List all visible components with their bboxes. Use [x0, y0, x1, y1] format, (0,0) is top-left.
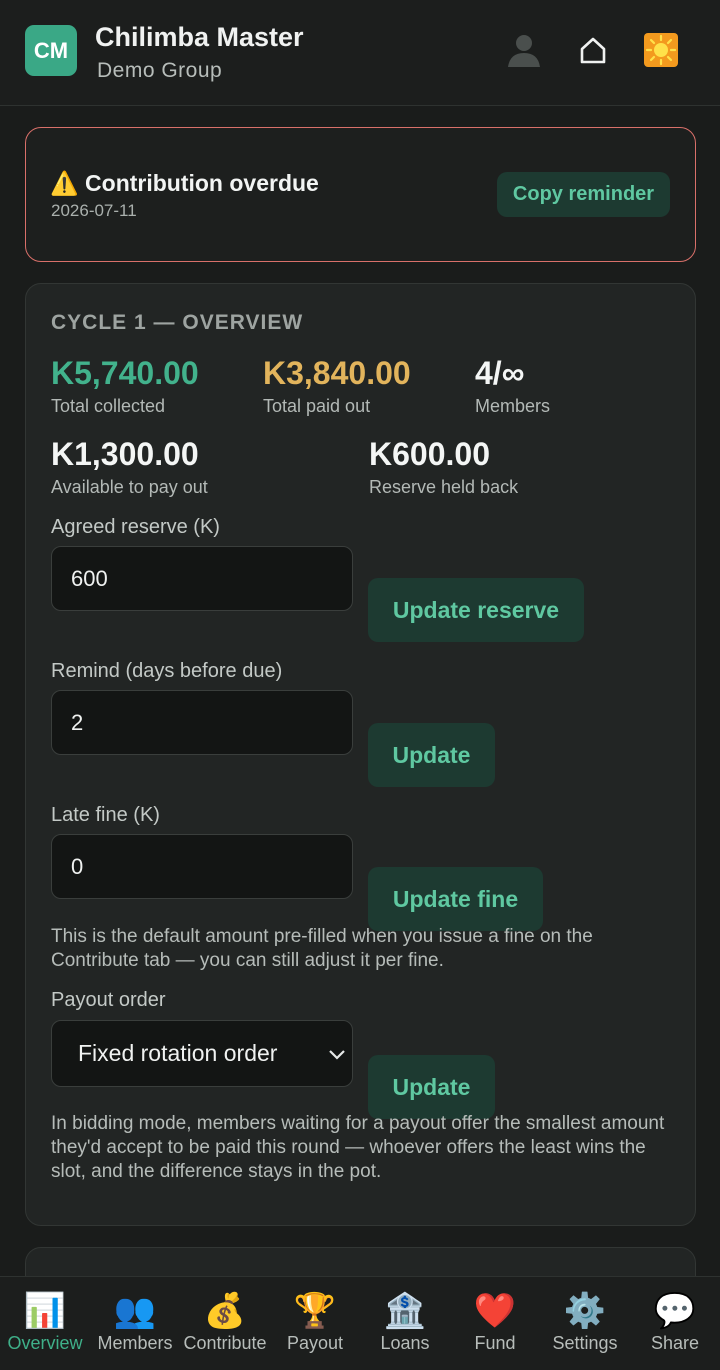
payout-order-label: Payout order [51, 989, 166, 1011]
members-icon: 👥 [113, 1292, 157, 1330]
warning-icon: ⚠️ [50, 170, 79, 196]
late-fine-help-text: This is the default amount pre-filled wh… [51, 926, 593, 971]
total-collected-value: K5,740.00 [51, 355, 199, 391]
late-fine-field-label: Late fine (K) [51, 804, 160, 826]
nav-contribute[interactable]: 💰 Contribute [180, 1277, 270, 1370]
bottom-nav: 📊 Overview 👥 Members 💰 Contribute 🏆 Payo… [0, 1276, 720, 1370]
update-fine-button[interactable]: Update fine [368, 867, 543, 931]
reserve-value: K600.00 [369, 436, 490, 472]
nav-label: Fund [474, 1333, 516, 1353]
chevron-down-icon [328, 1045, 346, 1066]
available-label: Available to pay out [51, 477, 208, 497]
app-page: CM Chilimba Master Demo Group ⚠️ Contrib… [0, 0, 720, 1370]
app-logo: CM [25, 25, 77, 76]
nav-label: Members [97, 1333, 173, 1353]
bank-icon: 🏦 [383, 1292, 427, 1330]
payout-order-help-text: In bidding mode, members waiting for a p… [51, 1113, 665, 1182]
trophy-icon: 🏆 [293, 1292, 337, 1330]
nav-label: Loans [380, 1333, 430, 1353]
members-count-value: 4/∞ [475, 355, 525, 391]
reserve-field-label: Agreed reserve (K) [51, 516, 220, 538]
alert-date: 2026-07-11 [51, 201, 137, 220]
nav-label: Contribute [183, 1333, 267, 1353]
alert-title-text: Contribution overdue [85, 170, 319, 196]
nav-label: Share [650, 1333, 700, 1353]
bar-chart-icon: 📊 [23, 1292, 67, 1330]
nav-loans[interactable]: 🏦 Loans [360, 1277, 450, 1370]
nav-settings[interactable]: ⚙️ Settings [540, 1277, 630, 1370]
nav-overview[interactable]: 📊 Overview [0, 1277, 90, 1370]
cycle-overview-card: CYCLE 1 — OVERVIEW K5,740.00 Total colle… [25, 283, 696, 1226]
nav-members[interactable]: 👥 Members [90, 1277, 180, 1370]
overdue-alert-card: ⚠️ Contribution overdue 2026-07-11 Copy … [25, 127, 696, 262]
update-reserve-button[interactable]: Update reserve [368, 578, 584, 642]
group-name[interactable]: Demo Group [97, 59, 222, 83]
members-count-label: Members [475, 396, 551, 416]
profile-icon[interactable] [502, 28, 546, 72]
nav-payout[interactable]: 🏆 Payout [270, 1277, 360, 1370]
remind-days-input[interactable] [51, 690, 353, 755]
remind-field-label: Remind (days before due) [51, 660, 283, 682]
speech-bubble-icon: 💬 [653, 1292, 697, 1330]
total-collected-label: Total collected [51, 396, 166, 416]
home-icon[interactable] [571, 28, 615, 72]
nav-label: Settings [552, 1333, 618, 1353]
reserve-label: Reserve held back [369, 477, 519, 497]
reserve-input[interactable] [51, 546, 353, 611]
copy-reminder-button[interactable]: Copy reminder [497, 172, 670, 217]
available-value: K1,300.00 [51, 436, 199, 472]
total-paid-out-label: Total paid out [263, 396, 371, 416]
money-bag-icon: 💰 [203, 1292, 247, 1330]
total-paid-out-value: K3,840.00 [263, 355, 411, 391]
payout-order-selected: Fixed rotation order [78, 1040, 278, 1066]
update-payout-order-button[interactable]: Update [368, 1055, 495, 1119]
app-title: Chilimba Master [95, 22, 304, 52]
payout-order-select[interactable]: Fixed rotation order [51, 1020, 353, 1087]
nav-share[interactable]: 💬 Share [630, 1277, 720, 1370]
alert-title: ⚠️ Contribution overdue [50, 170, 319, 197]
sun-icon[interactable] [639, 28, 683, 72]
overview-heading: CYCLE 1 — OVERVIEW [51, 311, 304, 334]
app-header: CM Chilimba Master Demo Group [0, 0, 720, 106]
heart-icon: ❤️ [473, 1292, 517, 1330]
nav-fund[interactable]: ❤️ Fund [450, 1277, 540, 1370]
gear-icon: ⚙️ [563, 1292, 607, 1330]
update-remind-button[interactable]: Update [368, 723, 495, 787]
late-fine-input[interactable] [51, 834, 353, 899]
nav-label: Overview [7, 1333, 83, 1353]
nav-label: Payout [286, 1333, 344, 1353]
